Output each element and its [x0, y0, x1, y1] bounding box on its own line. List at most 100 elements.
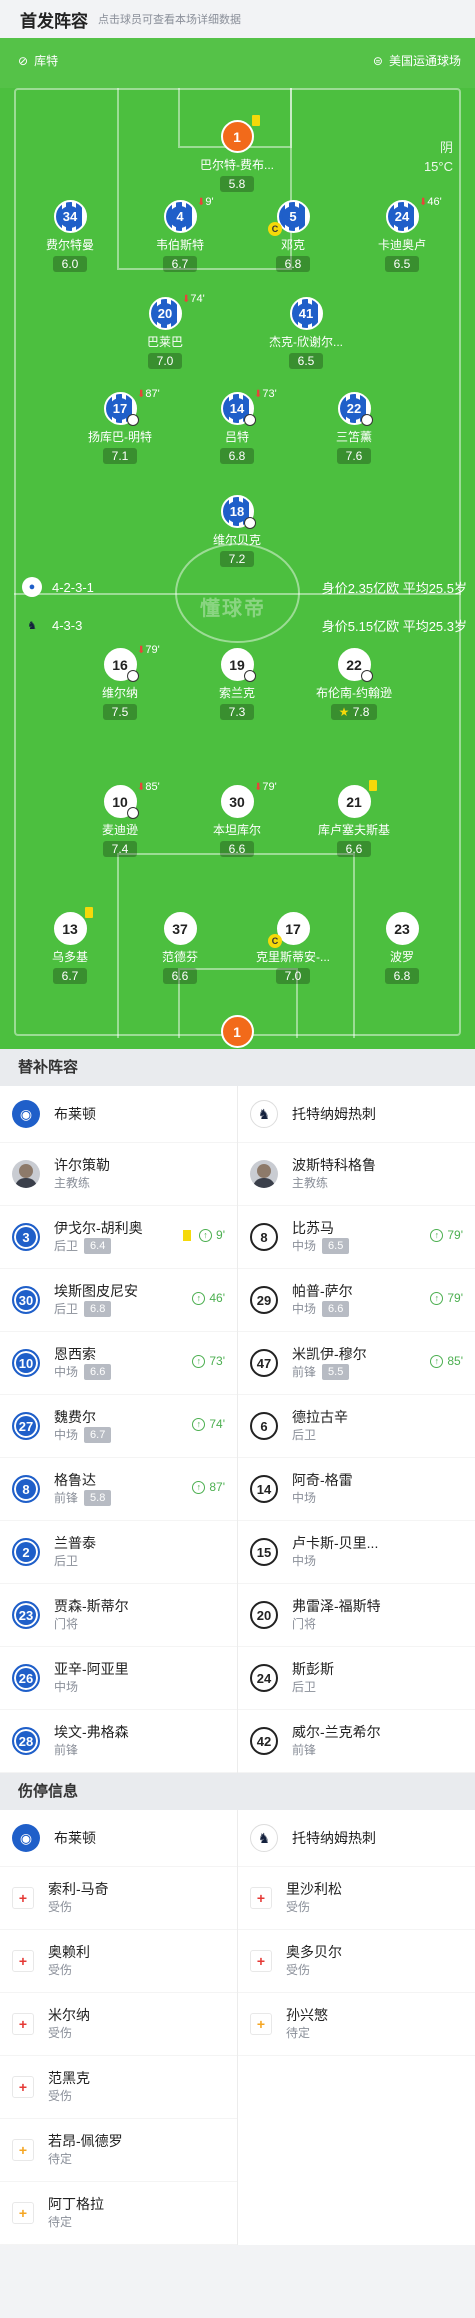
sub-player-row[interactable]: 42 威尔-兰克希尔 前锋: [238, 1710, 475, 1773]
player-name: 维尔纳: [101, 686, 138, 700]
away-player[interactable]: 30 ⬇79' 本坦库尔 6.6: [182, 781, 292, 858]
injury-row[interactable]: + 奥多贝尔 受伤: [238, 1930, 475, 1993]
player-name: 阿丁格拉: [48, 2196, 104, 2212]
sub-player-row[interactable]: 8 比苏马 中场 6.5 ↑ 79': [238, 1206, 475, 1269]
away-player[interactable]: 13 乌多基 6.7: [15, 907, 125, 985]
home-player[interactable]: 34 费尔特曼 6.0: [15, 200, 125, 273]
star-icon: ★: [338, 705, 353, 719]
jersey-number: 47: [250, 1349, 278, 1377]
jersey-number: 28: [12, 1727, 40, 1755]
sub-player-row[interactable]: 47 米凯伊-穆尔 前锋 5.5 ↑ 85': [238, 1332, 475, 1395]
away-player[interactable]: 10 ⬇85' 麦迪逊 7.4: [65, 781, 175, 858]
home-player[interactable]: 4 ⬇9' 韦伯斯特 6.7: [125, 196, 235, 273]
player-name: 斯彭斯: [292, 1661, 334, 1677]
player-name: 比苏马: [292, 1220, 334, 1236]
player-name: 本坦库尔: [212, 823, 261, 837]
player-rating: 5.8: [220, 176, 254, 192]
away-injury-team[interactable]: ♞ 托特纳姆热刺: [238, 1810, 475, 1867]
home-player[interactable]: 20 ⬇74' 巴莱巴 7.0: [110, 293, 220, 370]
jersey-number: 42: [250, 1727, 278, 1755]
home-player[interactable]: 24 ⬇46' 卡迪奥卢 6.5: [347, 196, 457, 273]
sub-player-row[interactable]: 3 伊戈尔-胡利奥 后卫 6.4 ↑ 9': [0, 1206, 237, 1269]
sub-time-text: 73': [262, 388, 277, 400]
sub-player-row[interactable]: 14 阿奇-格雷 中场: [238, 1458, 475, 1521]
injury-row[interactable]: + 索利-马奇 受伤: [0, 1867, 237, 1930]
sub-in-icon: ↑: [192, 1417, 206, 1431]
sub-in-time: ↑ 79': [430, 1291, 463, 1305]
sub-player-row[interactable]: 15 卢卡斯-贝里... 中场: [238, 1521, 475, 1584]
sub-player-row[interactable]: 10 恩西索 中场 6.6 ↑ 73': [0, 1332, 237, 1395]
player-meta: 中场 6.5: [292, 1237, 350, 1255]
brighton-logo-icon: ●: [22, 577, 42, 597]
injury-row[interactable]: + 米尔纳 受伤: [0, 1993, 237, 2056]
away-player[interactable]: 17 C 克里斯蒂安-... 7.0: [238, 912, 348, 985]
away-subs-team[interactable]: ♞ 托特纳姆热刺: [238, 1086, 475, 1143]
home-player[interactable]: 17 ⬇87' 扬库巴-明特 7.1: [65, 388, 175, 465]
rating-value: 7.0: [156, 354, 174, 368]
injury-row[interactable]: + 若昂-佩德罗 待定: [0, 2119, 237, 2182]
away-player[interactable]: 19 索兰克 7.3: [182, 648, 292, 721]
doubtful-cross-icon: +: [12, 2202, 34, 2224]
injury-row[interactable]: + 孙兴慜 待定: [238, 1993, 475, 2056]
sub-player-row[interactable]: 8 格鲁达 前锋 5.8 ↑ 87': [0, 1458, 237, 1521]
sub-time-text: 46': [209, 1291, 225, 1305]
injury-row[interactable]: + 奥赖利 受伤: [0, 1930, 237, 1993]
jersey-number-text: 34: [59, 205, 81, 228]
player-name: 威尔-兰克希尔: [292, 1724, 381, 1740]
away-player[interactable]: 16 ⬇79' 维尔纳 7.5: [65, 644, 175, 721]
away-formation-row: ♞ 4-3-3 身价5.15亿欧 平均25.3岁: [0, 611, 475, 639]
ball-icon: [244, 670, 256, 682]
home-player[interactable]: 22 三笘薰 7.6: [299, 392, 409, 465]
sub-player-row[interactable]: 26 亚辛-阿亚里 中场: [0, 1647, 237, 1710]
player-rating: 6.8: [385, 968, 419, 984]
home-player[interactable]: 1 巴尔特-费布... 5.8: [182, 115, 292, 193]
sub-in-icon: ↑: [430, 1291, 444, 1305]
player-rating: 7.0: [148, 353, 182, 369]
jersey-number: 30: [220, 785, 254, 818]
injury-row[interactable]: + 里沙利松 受伤: [238, 1867, 475, 1930]
away-subs-list: 8 比苏马 中场 6.5 ↑ 79' 29 帕普-萨尔 中场 6.6 ↑ 79' 47 米凯伊-穆尔 前锋 5…: [238, 1206, 475, 1773]
away-player[interactable]: 23 波罗 6.8: [347, 912, 457, 985]
player-name: 贾森-斯蒂尔: [54, 1598, 129, 1614]
away-player[interactable]: 1维卡里奥6.6: [182, 1015, 292, 1049]
away-player[interactable]: 37 范德芬 6.6: [125, 912, 235, 985]
home-player[interactable]: 14 ⬇73' 吕特 6.8: [182, 388, 292, 465]
sub-out-time: ⬇87': [137, 388, 160, 400]
player-name: 孙兴慜: [286, 2007, 328, 2023]
away-injury-column: ♞ 托特纳姆热刺 + 里沙利松 受伤 + 奥多贝尔 受伤 + 孙兴慜 待定: [237, 1810, 475, 2245]
home-coach-row[interactable]: 许尔策勒 主教练: [0, 1143, 237, 1206]
sub-player-row[interactable]: 2 兰普泰 后卫: [0, 1521, 237, 1584]
injury-row[interactable]: + 阿丁格拉 待定: [0, 2182, 237, 2245]
home-player[interactable]: 18 维尔贝克 7.2: [182, 495, 292, 568]
sub-player-row[interactable]: 29 帕普-萨尔 中场 6.6 ↑ 79': [238, 1269, 475, 1332]
sub-player-row[interactable]: 24 斯彭斯 后卫: [238, 1647, 475, 1710]
sub-player-row[interactable]: 23 贾森-斯蒂尔 门将: [0, 1584, 237, 1647]
jersey-number-text: 41: [295, 302, 317, 325]
page: 首发阵容 点击球员可查看本场详细数据 ⊘ 库特 ⊜ 美国运通球场 阴 15°C …: [0, 0, 475, 2285]
away-player[interactable]: 22 布伦南-约翰逊 ★ 7.8: [299, 648, 409, 721]
sub-player-row[interactable]: 27 魏费尔 中场 6.7 ↑ 74': [0, 1395, 237, 1458]
injury-row[interactable]: + 范黑克 受伤: [0, 2056, 237, 2119]
rating-value: 6.5: [393, 257, 411, 271]
player-name: 格鲁达: [54, 1472, 96, 1488]
sub-player-row[interactable]: 6 德拉古辛 后卫: [238, 1395, 475, 1458]
sub-player-row[interactable]: 20 弗雷泽-福斯特 门将: [238, 1584, 475, 1647]
spurs-logo-icon: ♞: [250, 1100, 278, 1128]
home-player[interactable]: 41 杰克-欣谢尔... 6.5: [251, 297, 361, 370]
player-name: 埃斯图皮尼安: [54, 1283, 138, 1299]
home-injury-team[interactable]: ◉ 布莱顿: [0, 1810, 237, 1867]
home-player[interactable]: 5 C 邓克 6.8: [238, 200, 348, 273]
player-meta: 后卫: [292, 1426, 348, 1444]
away-coach-row[interactable]: 波斯特科格鲁 主教练: [238, 1143, 475, 1206]
player-meta: 前锋: [54, 1741, 129, 1759]
away-formation: 4-3-3: [52, 617, 83, 633]
sub-player-row[interactable]: 30 埃斯图皮尼安 后卫 6.8 ↑ 46': [0, 1269, 237, 1332]
sub-in-icon: ↑: [192, 1354, 206, 1368]
player-rating: 6.5: [322, 1238, 350, 1254]
sub-in-icon: ↑: [199, 1228, 213, 1242]
sub-player-row[interactable]: 28 埃文-弗格森 前锋: [0, 1710, 237, 1773]
sub-in-time: ↑ 46': [192, 1291, 225, 1305]
away-player[interactable]: 21 库卢塞夫斯基 6.6: [299, 780, 409, 858]
home-subs-team[interactable]: ◉ 布莱顿: [0, 1086, 237, 1143]
player-rating: 6.5: [385, 256, 419, 272]
